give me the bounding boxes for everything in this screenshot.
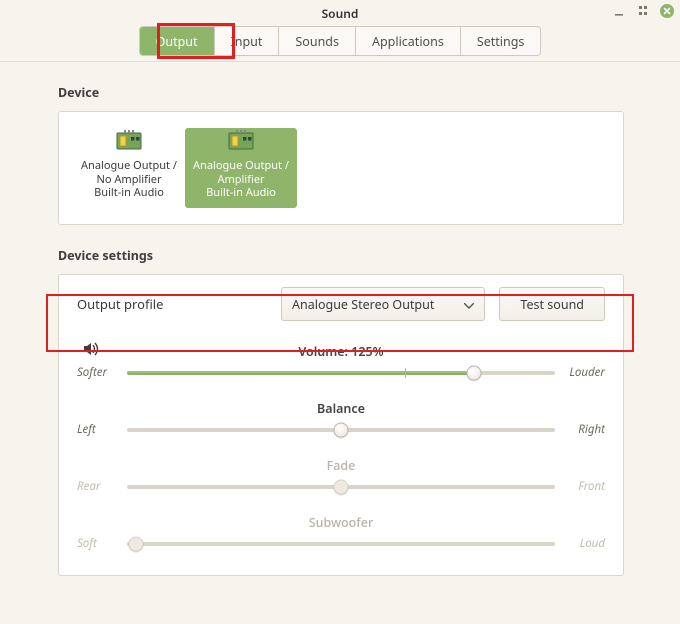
subwoofer-slider: [127, 537, 555, 551]
device-line: Analogue Output /: [193, 159, 289, 173]
titlebar: Sound: [0, 0, 680, 26]
balance-block: Balance Left Right: [77, 396, 605, 443]
sub-loud-label: Loud: [565, 536, 605, 551]
close-button[interactable]: [660, 4, 674, 18]
device-line: No Amplifier: [97, 173, 162, 187]
volume-icon[interactable]: [83, 341, 101, 361]
subwoofer-title: Subwoofer: [309, 514, 374, 531]
volume-louder-label: Louder: [565, 365, 605, 380]
fade-block: Fade Rear Front: [77, 453, 605, 500]
soundcard-icon: [228, 130, 254, 156]
device-list: Analogue Output / No Amplifier Built-in …: [58, 111, 624, 225]
chevron-down-icon: [464, 296, 474, 313]
maximize-button[interactable]: [636, 4, 650, 18]
tab-applications[interactable]: Applications: [356, 27, 461, 55]
window-controls: [612, 4, 674, 18]
balance-slider[interactable]: [127, 423, 555, 437]
device-line: Amplifier: [217, 173, 264, 187]
device-settings-panel: Output profile Analogue Stereo Output Te…: [58, 274, 624, 576]
device-settings-label: Device settings: [58, 247, 624, 264]
device-line: Built-in Audio: [206, 186, 276, 200]
tab-input[interactable]: Input: [215, 27, 280, 55]
subwoofer-block: Subwoofer Soft Loud: [77, 510, 605, 557]
minimize-button[interactable]: [612, 4, 626, 18]
balance-right-label: Right: [565, 422, 605, 437]
soundcard-icon: [116, 130, 142, 156]
volume-block: Volume: 125% Softer Louder: [77, 339, 605, 386]
fade-rear-label: Rear: [77, 479, 117, 494]
window-title: Sound: [322, 5, 359, 22]
tab-sounds[interactable]: Sounds: [279, 27, 356, 55]
profile-row: Output profile Analogue Stereo Output Te…: [77, 287, 605, 321]
device-card-amp[interactable]: Analogue Output / Amplifier Built-in Aud…: [185, 128, 297, 208]
sub-soft-label: Soft: [77, 536, 117, 551]
balance-title: Balance: [317, 400, 365, 417]
balance-left-label: Left: [77, 422, 117, 437]
volume-softer-label: Softer: [77, 365, 117, 380]
test-sound-button[interactable]: Test sound: [499, 287, 605, 321]
fade-front-label: Front: [565, 479, 605, 494]
volume-title: Volume: 125%: [298, 343, 383, 360]
fade-title: Fade: [327, 457, 356, 474]
select-value: Analogue Stereo Output: [292, 296, 434, 313]
output-profile-label: Output profile: [77, 295, 267, 313]
output-profile-select[interactable]: Analogue Stereo Output: [281, 287, 485, 321]
fade-slider: [127, 480, 555, 494]
device-line: Built-in Audio: [94, 186, 164, 200]
tabs-row: Output Input Sounds Applications Setting…: [0, 26, 680, 62]
tab-output[interactable]: Output: [140, 27, 215, 55]
volume-slider[interactable]: [127, 366, 555, 380]
tab-settings[interactable]: Settings: [461, 27, 541, 55]
device-line: Analogue Output /: [81, 159, 177, 173]
tabs: Output Input Sounds Applications Setting…: [139, 26, 542, 56]
device-section-label: Device: [58, 84, 624, 101]
device-card-no-amp[interactable]: Analogue Output / No Amplifier Built-in …: [73, 128, 185, 208]
